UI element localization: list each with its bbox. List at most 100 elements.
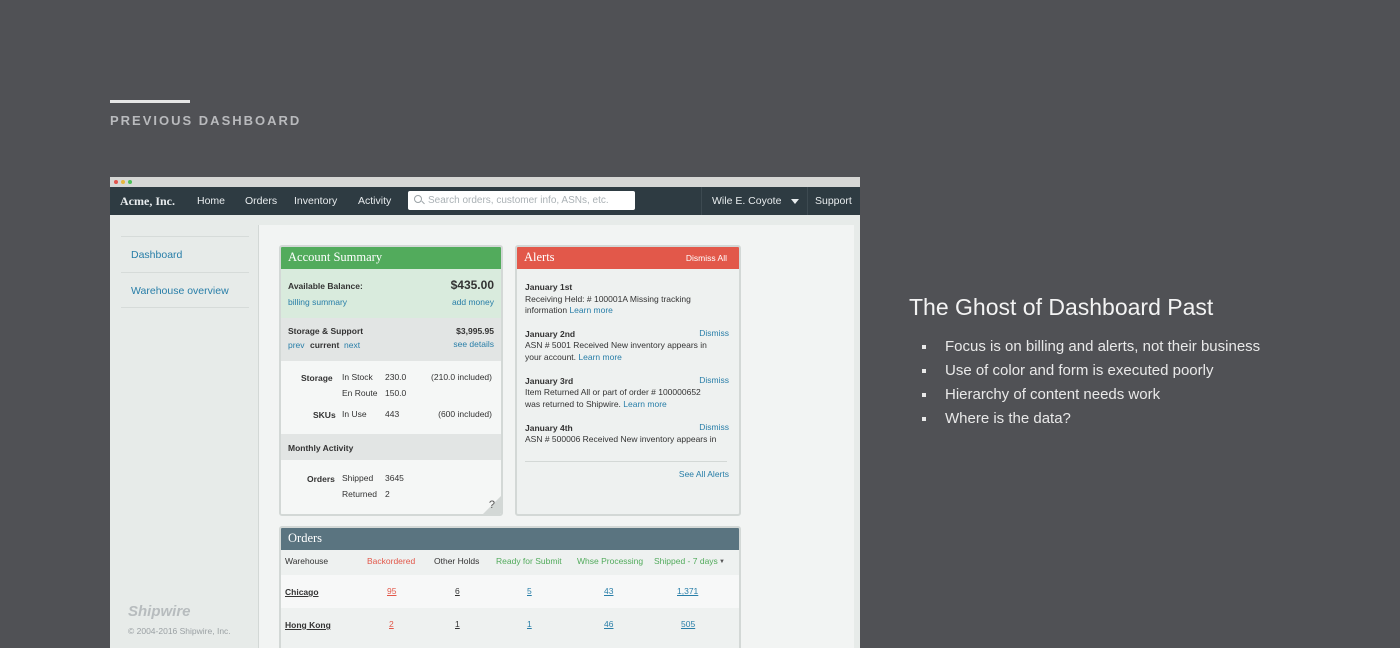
alert-text: your account. Learn more	[525, 352, 622, 362]
billing-summary-link[interactable]: billing summary	[288, 297, 347, 307]
en-route-label: En Route	[342, 388, 378, 398]
returned-label: Returned	[342, 489, 377, 499]
orders-head: Orders	[307, 474, 335, 484]
list-item: Where is the data?	[922, 410, 1260, 434]
user-name: Wile E. Coyote	[712, 195, 782, 207]
column-header-other-holds[interactable]: Other Holds	[434, 556, 479, 566]
warehouse-link[interactable]: Hong Kong	[285, 620, 331, 630]
alert-date: January 4th	[525, 423, 573, 433]
ready-count[interactable]: 5	[527, 586, 532, 596]
column-header-ready-for-submit[interactable]: Ready for Submit	[496, 556, 562, 566]
backordered-count[interactable]: 2	[389, 619, 394, 629]
sidebar-item-dashboard[interactable]: Dashboard	[121, 236, 249, 272]
other-holds-count[interactable]: 1	[455, 619, 460, 629]
search-input[interactable]: Search orders, customer info, ASNs, etc.	[408, 191, 635, 210]
alerts-title: Alerts	[524, 250, 555, 264]
dismiss-button[interactable]: Dismiss	[699, 375, 729, 385]
see-details-link[interactable]: see details	[453, 339, 494, 349]
main-content: Account Summary Available Balance: $435.…	[258, 225, 854, 648]
shipped-label: Shipped	[342, 473, 374, 483]
column-header-shipped[interactable]: Shipped - 7 days	[654, 556, 718, 566]
chevron-down-icon	[791, 199, 799, 204]
section-title: PREVIOUS DASHBOARD	[110, 113, 302, 128]
in-stock-label: In Stock	[342, 372, 373, 382]
storage-head: Storage	[301, 373, 333, 383]
in-use-label: In Use	[342, 409, 367, 419]
in-stock-included: (210.0 included)	[431, 372, 492, 382]
dashboard-screenshot: Acme, Inc. Home Orders Inventory Activit…	[110, 177, 860, 648]
balance-row	[281, 269, 501, 318]
nav-support[interactable]: Support	[815, 195, 852, 207]
shipped-count[interactable]: 1,371	[677, 586, 698, 596]
nav-inventory[interactable]: Inventory	[294, 195, 337, 207]
maximize-dot-icon	[128, 180, 132, 184]
alert-text: ASN # 500006 Received New inventory appe…	[525, 434, 717, 444]
column-header-backordered[interactable]: Backordered	[367, 556, 415, 566]
processing-count[interactable]: 43	[604, 586, 613, 596]
in-use-included: (600 included)	[438, 409, 492, 419]
account-summary-card: Account Summary Available Balance: $435.…	[279, 245, 503, 516]
shipwire-logo: Shipwire	[128, 603, 191, 620]
orders-details	[281, 460, 501, 514]
prev-link[interactable]: prev	[288, 340, 305, 350]
en-route-value: 150.0	[385, 388, 407, 398]
balance-label: Available Balance:	[288, 281, 363, 291]
alert-date: January 2nd	[525, 329, 576, 339]
user-menu[interactable]: Wile E. Coyote	[701, 187, 808, 215]
alert-text: Receiving Held: # 100001A Missing tracki…	[525, 294, 691, 304]
nav-orders[interactable]: Orders	[245, 195, 277, 207]
list-item: Hierarchy of content needs work	[922, 386, 1260, 410]
in-use-value: 443	[385, 409, 400, 419]
in-stock-value: 230.0	[385, 372, 407, 382]
warehouse-link[interactable]: Chicago	[285, 587, 319, 597]
column-header-warehouse: Warehouse	[285, 556, 329, 566]
right-panel-title: The Ghost of Dashboard Past	[909, 294, 1214, 320]
next-link[interactable]: next	[344, 340, 360, 350]
current-period: current	[310, 340, 340, 350]
backordered-count[interactable]: 95	[387, 586, 396, 596]
section-rule	[110, 100, 190, 103]
processing-count[interactable]: 46	[604, 619, 613, 629]
minimize-dot-icon	[121, 180, 125, 184]
alerts-header: Alerts Dismiss All	[517, 247, 739, 269]
table-row: Chicago 95 6 5 43 1,371	[281, 575, 739, 608]
search-icon	[414, 195, 422, 203]
alert-date: January 1st	[525, 282, 573, 292]
ready-count[interactable]: 1	[527, 619, 532, 629]
orders-title: Orders	[281, 528, 739, 550]
dismiss-button[interactable]: Dismiss	[699, 422, 729, 432]
help-icon[interactable]: ?	[489, 499, 495, 511]
shipped-value: 3645	[385, 473, 404, 483]
search-placeholder: Search orders, customer info, ASNs, etc.	[428, 195, 609, 206]
add-money-link[interactable]: add money	[452, 297, 494, 307]
storage-support-value: $3,995.95	[456, 326, 494, 336]
alert-date: January 3rd	[525, 376, 574, 386]
alert-text: was returned to Shipwire. Learn more	[525, 399, 667, 409]
copyright: © 2004-2016 Shipwire, Inc.	[128, 626, 231, 636]
monthly-activity-label: Monthly Activity	[288, 443, 354, 453]
learn-more-link[interactable]: Learn more	[623, 399, 666, 409]
sidebar-item-warehouse-overview[interactable]: Warehouse overview	[121, 272, 249, 308]
nav-home[interactable]: Home	[197, 195, 225, 207]
alerts-divider	[525, 461, 727, 462]
learn-more-link[interactable]: Learn more	[578, 352, 621, 362]
close-dot-icon	[114, 180, 118, 184]
window-chrome	[110, 177, 860, 187]
brand-name[interactable]: Acme, Inc.	[120, 194, 175, 209]
orders-card: Orders Warehouse Backordered Other Holds…	[279, 526, 741, 648]
sort-down-icon[interactable]: ▼	[719, 559, 725, 565]
see-all-alerts-link[interactable]: See All Alerts	[679, 469, 729, 479]
sidebar: Dashboard Warehouse overview Shipwire © …	[110, 215, 258, 648]
other-holds-count[interactable]: 6	[455, 586, 460, 596]
shipped-count[interactable]: 505	[681, 619, 695, 629]
learn-more-link[interactable]: Learn more	[569, 305, 612, 315]
returned-value: 2	[385, 489, 390, 499]
top-nav: Acme, Inc. Home Orders Inventory Activit…	[110, 187, 860, 215]
dismiss-button[interactable]: Dismiss	[699, 328, 729, 338]
column-header-whse-processing[interactable]: Whse Processing	[577, 556, 643, 566]
alert-text: information Learn more	[525, 305, 613, 315]
alerts-card: Alerts Dismiss All January 1st Receiving…	[515, 245, 741, 516]
nav-activity[interactable]: Activity	[358, 195, 391, 207]
dismiss-all-button[interactable]: Dismiss All	[686, 253, 727, 263]
skus-head: SKUs	[313, 410, 336, 420]
